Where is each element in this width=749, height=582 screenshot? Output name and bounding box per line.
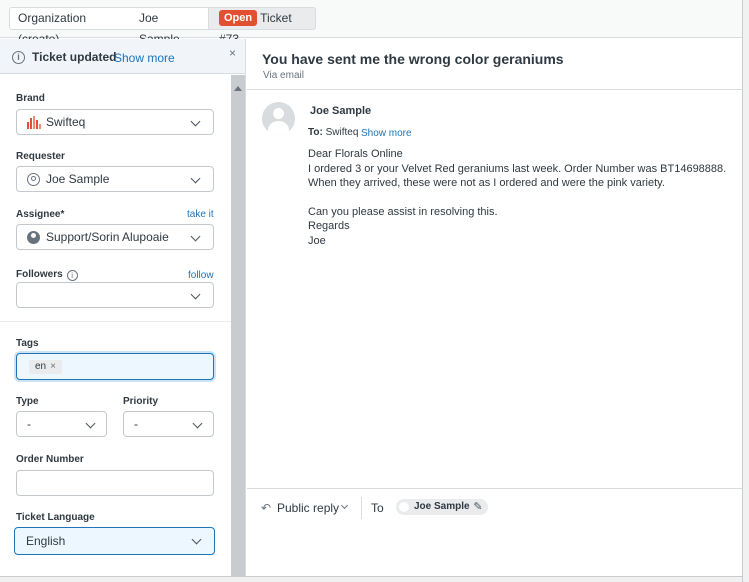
- channel-label: Via email: [263, 70, 304, 81]
- reply-mode-dropdown[interactable]: Public reply: [277, 501, 339, 515]
- follow-link[interactable]: follow: [188, 270, 214, 281]
- tags-label: Tags: [16, 338, 39, 349]
- type-select[interactable]: -: [16, 411, 107, 437]
- composer-divider: [247, 488, 742, 489]
- sidebar-scrollbar[interactable]: [231, 75, 245, 582]
- brand-bars-icon: [27, 116, 41, 129]
- recipient-pill-label: Joe Sample: [414, 501, 470, 512]
- type-value: -: [27, 417, 31, 431]
- requester-select[interactable]: Joe Sample: [16, 166, 214, 192]
- breadcrumb-ticket[interactable]: OpenTicket #73: [209, 7, 316, 46]
- tags-input[interactable]: en ×: [16, 353, 214, 380]
- chevron-down-icon: [190, 289, 201, 300]
- breadcrumb-organization[interactable]: Organization (create): [9, 7, 132, 46]
- to-label: To: [371, 501, 384, 515]
- section-divider: [0, 321, 231, 322]
- followers-label: Followers i: [16, 269, 78, 281]
- message-line: I ordered 3 or your Velvet Red geraniums…: [308, 163, 727, 175]
- ticket-updated-notice: i Ticket updated Show more ×: [0, 39, 245, 74]
- avatar: [399, 502, 409, 512]
- window-edge-right: [742, 0, 749, 582]
- take-it-link[interactable]: take it: [187, 209, 214, 220]
- pencil-icon[interactable]: ✎: [473, 499, 482, 515]
- ticket-properties-sidebar: i Ticket updated Show more × Brand Swift…: [0, 39, 246, 582]
- chevron-down-icon: [192, 418, 203, 429]
- order-number-label: Order Number: [16, 454, 84, 465]
- type-label: Type: [16, 396, 39, 407]
- message-line: Regards: [308, 220, 350, 232]
- ticket-language-value: English: [26, 534, 66, 548]
- breadcrumb-bar: Organization (create) Joe Sample OpenTic…: [0, 0, 749, 46]
- followers-select[interactable]: [16, 282, 214, 308]
- ticket-language-label: Ticket Language: [16, 512, 95, 523]
- order-number-input[interactable]: [16, 470, 214, 496]
- remove-tag-icon[interactable]: ×: [50, 361, 56, 372]
- message-line: Dear Florals Online: [308, 148, 403, 160]
- scroll-up-arrow-icon[interactable]: [234, 86, 242, 91]
- requester-value: Joe Sample: [46, 172, 110, 186]
- recipients-line: To: Swifteq: [308, 127, 358, 138]
- reply-arrow-icon: ↶: [261, 501, 272, 515]
- tag-chip: en ×: [29, 360, 62, 374]
- assignee-label: Assignee*: [16, 209, 65, 220]
- notice-title: Ticket updated: [32, 50, 117, 64]
- priority-label: Priority: [123, 396, 159, 407]
- brand-label: Brand: [16, 93, 45, 104]
- ticket-subject[interactable]: You have sent me the wrong color geraniu…: [262, 51, 564, 67]
- info-icon: i: [12, 51, 25, 64]
- message-line: Joe: [308, 235, 326, 247]
- priority-select[interactable]: -: [123, 411, 214, 437]
- message-line: Can you please assist in resolving this.: [308, 206, 498, 218]
- show-more-link[interactable]: Show more: [114, 51, 175, 65]
- requester-label: Requester: [16, 151, 65, 162]
- to-prefix: To:: [308, 127, 323, 138]
- followers-label-text: Followers: [16, 269, 63, 280]
- chevron-down-icon: [85, 418, 96, 429]
- recipient-pill[interactable]: Joe Sample ✎: [396, 499, 488, 515]
- assignee-value: Support/Sorin Alupoaie: [46, 230, 169, 244]
- message-line: When they arrived, these were not as I o…: [308, 177, 665, 189]
- brand-select[interactable]: Swifteq: [16, 109, 214, 135]
- user-icon: [27, 173, 40, 186]
- chevron-down-icon: [191, 534, 202, 545]
- brand-value: Swifteq: [46, 115, 86, 129]
- agent-icon: [27, 231, 40, 244]
- assignee-select[interactable]: Support/Sorin Alupoaie: [16, 224, 214, 250]
- priority-value: -: [134, 417, 138, 431]
- recipient-name: Swifteq: [325, 127, 359, 138]
- chevron-down-icon: [190, 231, 201, 242]
- window-edge-bottom: [0, 576, 742, 582]
- chevron-down-icon: [190, 116, 201, 127]
- chevron-down-icon: [190, 173, 201, 184]
- status-badge: Open: [219, 10, 258, 26]
- sender-name[interactable]: Joe Sample: [310, 105, 371, 117]
- close-icon[interactable]: ×: [229, 46, 236, 60]
- conversation-pane: You have sent me the wrong color geraniu…: [247, 39, 742, 582]
- ticket-language-select[interactable]: English: [14, 527, 215, 555]
- header-divider: [247, 89, 742, 90]
- breadcrumb-requester[interactable]: Joe Sample: [131, 7, 209, 46]
- avatar[interactable]: [262, 102, 295, 135]
- info-icon[interactable]: i: [66, 270, 78, 281]
- chevron-down-icon[interactable]: [340, 501, 349, 510]
- tag-label: en: [35, 361, 47, 372]
- composer-separator: [361, 497, 362, 519]
- show-more-recipients-link[interactable]: Show more: [361, 128, 412, 139]
